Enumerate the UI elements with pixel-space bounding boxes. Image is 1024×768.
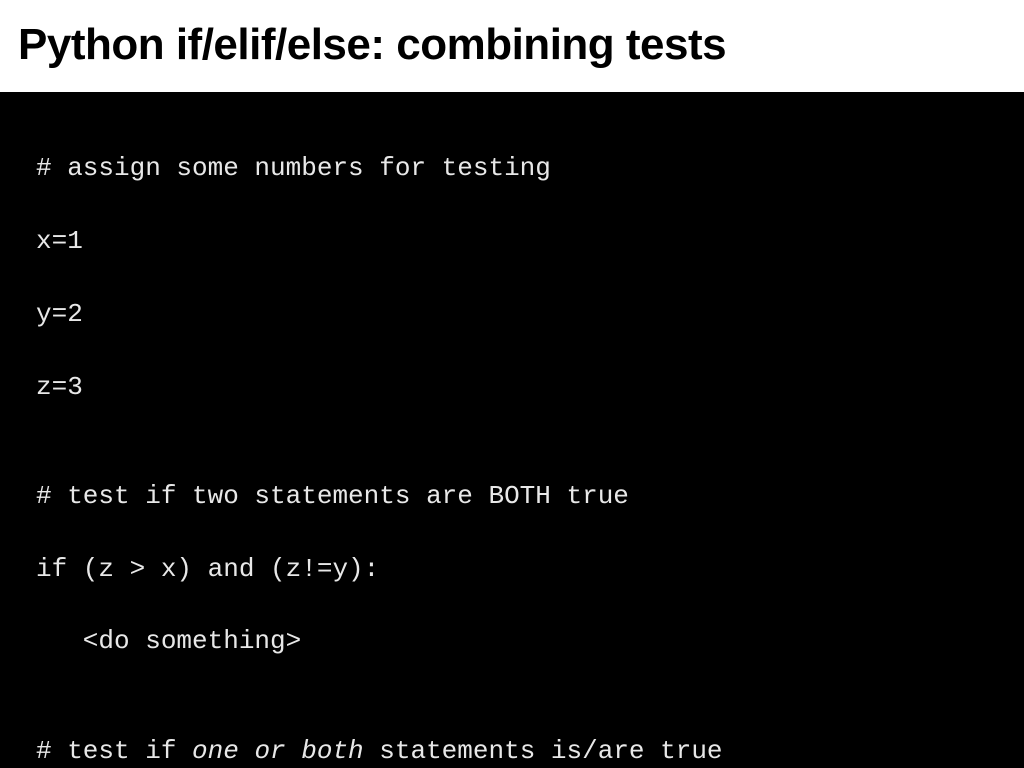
code-line: # test if two statements are BOTH true	[36, 478, 988, 514]
code-text: statements is/are true	[364, 736, 723, 766]
code-line: z=3	[36, 369, 988, 405]
slide-title: Python if/elif/else: combining tests	[18, 20, 1006, 70]
code-line: # test if one or both statements is/are …	[36, 733, 988, 768]
code-line: y=2	[36, 296, 988, 332]
title-bar: Python if/elif/else: combining tests	[0, 0, 1024, 92]
code-text-italic: one or both	[192, 736, 364, 766]
slide: Python if/elif/else: combining tests # a…	[0, 0, 1024, 768]
code-text: # test if	[36, 736, 192, 766]
code-line: if (z > x) and (z!=y):	[36, 551, 988, 587]
code-line: # assign some numbers for testing	[36, 150, 988, 186]
code-block: # assign some numbers for testing x=1 y=…	[0, 92, 1024, 768]
code-line: x=1	[36, 223, 988, 259]
code-line: <do something>	[36, 623, 988, 659]
